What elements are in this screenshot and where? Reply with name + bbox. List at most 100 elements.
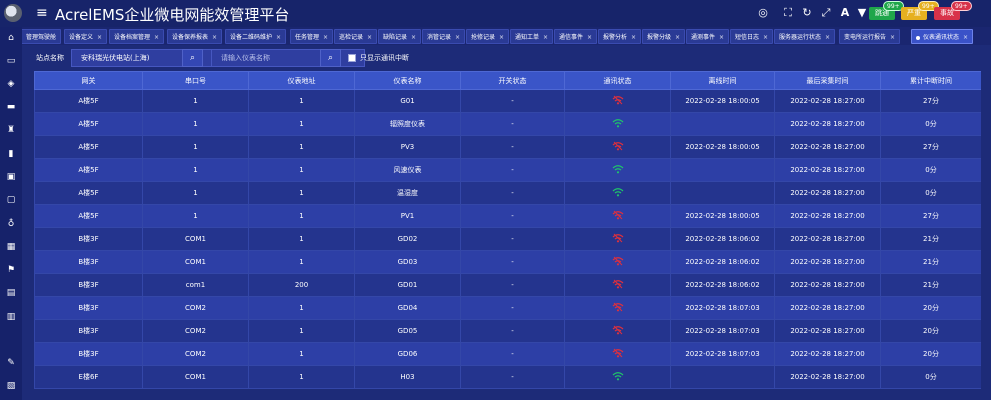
close-icon[interactable]: × bbox=[587, 34, 592, 41]
edit-icon[interactable]: ✎ bbox=[6, 358, 16, 368]
tab-sms-log[interactable]: 短信日志 × bbox=[730, 29, 774, 44]
tab-device-definition[interactable]: 设备定义 × bbox=[64, 29, 108, 44]
station-select[interactable]: 安科瑞光伏电站(上海) bbox=[71, 49, 231, 67]
tab-comm-event[interactable]: 通信事件 × bbox=[554, 29, 598, 44]
tab-cockpit[interactable]: 管理驾驶舱 bbox=[22, 29, 62, 44]
close-icon[interactable]: × bbox=[367, 34, 372, 41]
cell-gateway: B楼3F bbox=[34, 342, 143, 366]
table-row[interactable]: A楼5F 1 1 G01-2022-02-28 18:00:05 2022-02-28 … bbox=[34, 89, 981, 113]
close-icon[interactable]: × bbox=[825, 34, 830, 41]
monitor-icon[interactable]: ▭ bbox=[6, 56, 16, 66]
flag-icon[interactable]: ⚑ bbox=[6, 265, 16, 275]
tab-maintenance-report[interactable]: 设备保养报表 × bbox=[167, 29, 223, 44]
expand-icon[interactable]: ⛶ bbox=[781, 6, 795, 20]
table-row[interactable]: B楼3F COM2 1 GD04- 2022-02-28 18:07:03 2022-02… bbox=[34, 296, 981, 320]
tab-server-status[interactable]: 服务器运行状态 × bbox=[774, 29, 836, 44]
only-offline-checkbox[interactable] bbox=[348, 54, 356, 62]
layers-icon[interactable]: ◈ bbox=[6, 79, 16, 89]
close-icon[interactable]: × bbox=[212, 34, 217, 41]
tab-inspection-record[interactable]: 巡检记录 × bbox=[334, 29, 378, 44]
table-row[interactable]: B楼3F com1 200 GD01- 2022-02-28 18:06:02 2022-… bbox=[34, 273, 981, 297]
wifi-offline-icon bbox=[612, 210, 623, 220]
close-icon[interactable]: × bbox=[890, 34, 895, 41]
tab-test-event[interactable]: 通测事件 × bbox=[686, 29, 730, 44]
tab-cancel-record[interactable]: 消管记录 × bbox=[422, 29, 466, 44]
refresh-icon[interactable]: ↻ bbox=[800, 6, 814, 20]
tab-meter-comm-status[interactable]: 仪表通讯状态 × bbox=[911, 29, 974, 44]
tab-task-management[interactable]: 任务管理 × bbox=[290, 29, 334, 44]
chart-icon[interactable]: ▮ bbox=[6, 149, 16, 159]
tab-alarm-analysis[interactable]: 报警分析 × bbox=[598, 29, 642, 44]
table-row[interactable]: A楼5F 1 1 PV3-2022-02-28 18:00:05 2022-02-28 … bbox=[34, 135, 981, 159]
message-icon[interactable]: ▢ bbox=[6, 195, 16, 205]
alarm-icon[interactable]: ♜ bbox=[6, 125, 16, 135]
grid-icon[interactable]: ▦ bbox=[6, 242, 16, 252]
table-row[interactable]: B楼3F COM1 1 GD02- 2022-02-28 18:06:02 2022-02… bbox=[34, 227, 981, 251]
close-icon[interactable]: × bbox=[455, 34, 460, 41]
col-last-collect-time[interactable]: 最后采集时间 bbox=[774, 71, 881, 90]
font-icon[interactable]: A bbox=[838, 6, 852, 20]
close-icon[interactable]: × bbox=[154, 34, 159, 41]
cell-offline-time bbox=[670, 112, 775, 136]
col-total-interrupt[interactable]: 累计中断时间 bbox=[880, 71, 981, 90]
table-row[interactable]: A楼5F 1 1 风速仪表 -2022-02-28 18:27:00 0分 bbox=[34, 158, 981, 182]
close-icon[interactable]: × bbox=[323, 34, 328, 41]
cell-address: 1 bbox=[248, 342, 355, 366]
meter-search-button[interactable]: ⌕ bbox=[320, 49, 341, 67]
cell-gateway: A楼5F bbox=[34, 158, 143, 182]
window-icon[interactable]: ▣ bbox=[6, 172, 16, 182]
user-avatar[interactable] bbox=[4, 4, 22, 22]
target-icon[interactable]: ◎ bbox=[756, 6, 770, 20]
tab-label: 缺陷记录 bbox=[383, 34, 408, 41]
cell-last-collect-time: 2022-02-28 18:27:00 bbox=[774, 135, 881, 159]
table-row[interactable]: A楼5F 1 1 PV1-2022-02-28 18:00:05 2022-02-28 … bbox=[34, 204, 981, 228]
table-row[interactable]: B楼3F COM2 1 GD06- 2022-02-28 18:07:03 2022-02… bbox=[34, 342, 981, 366]
close-icon[interactable]: × bbox=[276, 34, 281, 41]
col-address[interactable]: 仪表地址 bbox=[248, 71, 355, 90]
close-icon[interactable]: × bbox=[763, 34, 768, 41]
cell-address: 1 bbox=[248, 227, 355, 251]
close-icon[interactable]: × bbox=[97, 34, 102, 41]
table-row[interactable]: A楼5F 1 1 辐照度仪表 -2022-02-28 18:27:00 0分 bbox=[34, 112, 981, 136]
col-comm-status[interactable]: 通讯状态 bbox=[564, 71, 671, 90]
doc-icon[interactable]: ▧ bbox=[6, 381, 16, 391]
home-icon[interactable]: ⌂ bbox=[6, 33, 16, 43]
station-search-button[interactable]: ⌕ bbox=[182, 49, 203, 67]
close-icon[interactable]: × bbox=[631, 34, 636, 41]
close-icon[interactable]: × bbox=[675, 34, 680, 41]
meter-name-input[interactable]: 请输入仪表名称 bbox=[211, 49, 365, 67]
close-icon[interactable]: × bbox=[963, 34, 968, 41]
fullscreen-icon[interactable]: ⤢ bbox=[819, 6, 833, 20]
close-icon[interactable]: × bbox=[411, 34, 416, 41]
menu-toggle-icon[interactable]: ≡ bbox=[36, 6, 48, 20]
tab-defect-record[interactable]: 缺陷记录 × bbox=[378, 29, 422, 44]
cell-port: COM2 bbox=[142, 342, 249, 366]
table-row[interactable]: B楼3F COM2 1 GD05- 2022-02-28 18:07:03 2022-02… bbox=[34, 319, 981, 343]
col-offline-time[interactable]: 离线时间 bbox=[670, 71, 775, 90]
close-icon[interactable]: × bbox=[719, 34, 724, 41]
col-gateway[interactable]: 网关 bbox=[34, 71, 143, 90]
building-icon[interactable]: ▥ bbox=[6, 312, 16, 322]
cell-total-interrupt: 21分 bbox=[880, 273, 981, 297]
tab-repair-record[interactable]: 抢修记录 × bbox=[466, 29, 510, 44]
tab-work-order[interactable]: 通知工单 × bbox=[510, 29, 554, 44]
tab-qrcode[interactable]: 设备二维码维护 × bbox=[225, 29, 287, 44]
table-row[interactable]: B楼3F COM1 1 GD03- 2022-02-28 18:06:02 2022-02… bbox=[34, 250, 981, 274]
bulb-icon[interactable]: ♁ bbox=[6, 219, 16, 229]
cell-gateway: B楼3F bbox=[34, 296, 143, 320]
table-icon[interactable]: ▤ bbox=[6, 288, 16, 298]
close-icon[interactable]: × bbox=[499, 34, 504, 41]
folder-icon[interactable]: ▬ bbox=[6, 102, 16, 112]
tab-device-archive[interactable]: 设备档案管理 × bbox=[109, 29, 165, 44]
tab-substation-report[interactable]: 变电所运行报告 × bbox=[839, 29, 901, 44]
close-icon[interactable]: × bbox=[543, 34, 548, 41]
table-row[interactable]: A楼5F 1 1 温湿度 -2022-02-28 18:27:00 0分 bbox=[34, 181, 981, 205]
col-switch-status[interactable]: 开关状态 bbox=[460, 71, 565, 90]
table-row[interactable]: E楼6F COM1 1 H03- 2022-02-28 18:27:00 0分 bbox=[34, 365, 981, 389]
col-meter-name[interactable]: 仪表名称 bbox=[354, 71, 461, 90]
tab-alarm-level[interactable]: 报警分级 × bbox=[642, 29, 686, 44]
col-port[interactable]: 串口号 bbox=[142, 71, 249, 90]
table-header-row: 网关 串口号 仪表地址 仪表名称 开关状态 通讯状态 离线时间 最后采集时间 累… bbox=[34, 71, 981, 90]
shirt-icon[interactable]: ▼ bbox=[855, 6, 869, 20]
cell-port: COM2 bbox=[142, 296, 249, 320]
